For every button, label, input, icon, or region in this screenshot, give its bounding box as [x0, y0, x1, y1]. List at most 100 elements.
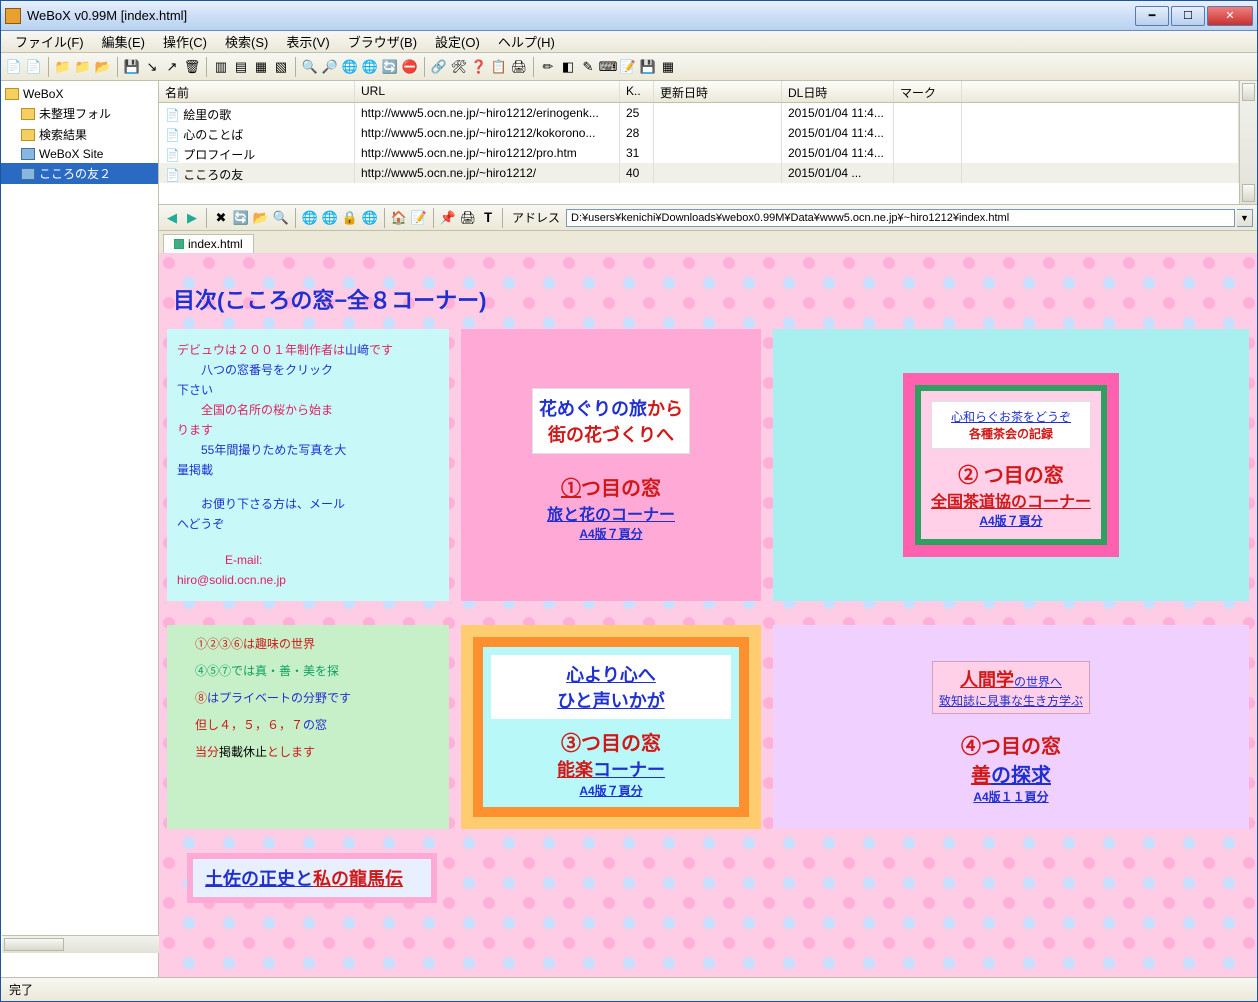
tb-tools-icon[interactable]: 🛠	[450, 58, 468, 76]
grid-scrollbar[interactable]	[1239, 81, 1257, 204]
tea-link[interactable]: 心和らぐお茶をどうぞ	[951, 410, 1071, 424]
menu-browser[interactable]: ブラウザ(B)	[340, 30, 425, 53]
menubar: ファイル(F) 編集(E) 操作(C) 検索(S) 表示(V) ブラウザ(B) …	[1, 31, 1257, 53]
tb-stop-icon[interactable]: ⛔	[401, 58, 419, 76]
tree-unsorted[interactable]: 未整理フォル	[1, 103, 158, 124]
status-text: 完了	[9, 981, 33, 998]
tb-eraser-icon[interactable]: ◧	[559, 58, 577, 76]
tb-layout2-icon[interactable]: ▤	[232, 58, 250, 76]
col-name[interactable]: 名前	[159, 81, 355, 102]
intro-panel: デビュウは２００１年制作者は山﨑です 八つの窓番号をクリック 下さい 全国の名所…	[167, 329, 449, 601]
nav-lock-icon[interactable]: 🔒	[341, 209, 359, 227]
grid-row[interactable]: 📄 こころの友http://www5.ocn.ne.jp/~hiro1212/4…	[159, 163, 1239, 183]
page-heading: 目次(こころの窓−全８コーナー)	[167, 275, 1249, 329]
folder-icon	[21, 148, 35, 160]
menu-action[interactable]: 操作(C)	[155, 30, 215, 53]
nav-reload-icon[interactable]: 🔄	[232, 209, 250, 227]
grid-row[interactable]: 📄 心のことばhttp://www5.ocn.ne.jp/~hiro1212/k…	[159, 123, 1239, 143]
address-dropdown-icon[interactable]: ▼	[1237, 209, 1253, 227]
main-toolbar: 📄 📄 📁 📁 📂 💾 ↘ ↗ 🗑 ▥ ▤ ▦ ▧ 🔍 🔎 🌐 🌐 🔄 ⛔ 🔗 …	[1, 53, 1257, 81]
nav-print-icon[interactable]: 🖨	[459, 209, 477, 227]
sidebar-scrollbar[interactable]	[2, 935, 159, 953]
tb-layout4-icon[interactable]: ▧	[272, 58, 290, 76]
browser-toolbar: ◀ ▶ ✖ 🔄 📂 🔍 🌐 🌐 🔒 🌐 🏠 📝 📌 🖨 𝐓	[159, 205, 1257, 231]
tb-find-icon[interactable]: 🔍	[301, 58, 319, 76]
tree-root-label: WeBoX	[23, 87, 63, 101]
tree-search-results[interactable]: 検索結果	[1, 124, 158, 145]
address-label: アドレス	[512, 209, 560, 226]
tb-mark-icon[interactable]: ✎	[579, 58, 597, 76]
menu-edit[interactable]: 編集(E)	[94, 30, 153, 53]
tb-props-icon[interactable]: 📋	[490, 58, 508, 76]
tb-zoom-icon[interactable]: 🔎	[321, 58, 339, 76]
tb-globe-icon[interactable]: 🌐	[341, 58, 359, 76]
maximize-button[interactable]: ☐	[1171, 6, 1205, 26]
grid-header: 名前 URL K.. 更新日時 DL日時 マーク	[159, 81, 1239, 103]
tb-print-icon[interactable]: 🖨	[510, 58, 528, 76]
tb-save-icon[interactable]: 💾	[123, 58, 141, 76]
folder-icon	[5, 88, 19, 100]
col-download[interactable]: DL日時	[782, 81, 894, 102]
tb-pencil-icon[interactable]: ✏	[539, 58, 557, 76]
statusbar: 完了	[1, 977, 1257, 1001]
browser-viewport[interactable]: 目次(こころの窓−全８コーナー) デビュウは２００１年制作者は山﨑です 八つの窓…	[159, 253, 1257, 977]
menu-file[interactable]: ファイル(F)	[7, 30, 92, 53]
menu-help[interactable]: ヘルプ(H)	[490, 30, 563, 53]
tb-import-icon[interactable]: ↘	[143, 58, 161, 76]
tree-kokoro[interactable]: こころの友２	[1, 163, 158, 184]
col-mark[interactable]: マーク	[894, 81, 962, 102]
tb-link-icon[interactable]: 🔗	[430, 58, 448, 76]
tb-globe2-icon[interactable]: 🌐	[361, 58, 379, 76]
window-4-panel: 人間学の世界へ 致知誌に見事な生き方学ぶ ④つ目の窓 善の探求 A4版１１頁分	[773, 625, 1249, 829]
nav-stop-icon[interactable]: ✖	[212, 209, 230, 227]
tb-help-icon[interactable]: ❓	[470, 58, 488, 76]
tb-folder-icon[interactable]: 📁	[54, 58, 72, 76]
menu-settings[interactable]: 設定(O)	[427, 30, 488, 53]
humanity-link[interactable]: 致知誌に見事な生き方学ぶ	[939, 694, 1083, 708]
tb-folder2-icon[interactable]: 📁	[74, 58, 92, 76]
tb-new2-icon[interactable]: 📄	[25, 58, 43, 76]
address-input[interactable]	[566, 209, 1235, 227]
tb-disk-icon[interactable]: 💾	[639, 58, 657, 76]
nav-home-fld-icon[interactable]: 📂	[252, 209, 270, 227]
col-k[interactable]: K..	[620, 81, 654, 102]
tree-root[interactable]: WeBoX	[1, 85, 158, 103]
tb-new-icon[interactable]: 📄	[5, 58, 23, 76]
tb-layout3-icon[interactable]: ▦	[252, 58, 270, 76]
menu-search[interactable]: 検索(S)	[217, 30, 276, 53]
tree-webox-site[interactable]: WeBoX Site	[1, 145, 158, 163]
titlebar: WeBoX v0.99M [index.html] ━ ☐ ✕	[1, 1, 1257, 31]
nav-home-icon[interactable]: 🏠	[390, 209, 408, 227]
nav-globe-icon[interactable]: 🌐	[301, 209, 319, 227]
close-button[interactable]: ✕	[1207, 6, 1253, 26]
tb-calendar-icon[interactable]: ▦	[659, 58, 677, 76]
grid-row[interactable]: 📄 プロフイールhttp://www5.ocn.ne.jp/~hiro1212/…	[159, 143, 1239, 163]
nav-fwd-icon[interactable]: ▶	[183, 209, 201, 227]
menu-view[interactable]: 表示(V)	[278, 30, 337, 53]
folder-icon	[21, 129, 35, 141]
tb-sync-icon[interactable]: 🔄	[381, 58, 399, 76]
nav-note-icon[interactable]: 📝	[410, 209, 428, 227]
tb-export-icon[interactable]: ↗	[163, 58, 181, 76]
tab-strip: index.html	[159, 231, 1257, 253]
nav-globe3-icon[interactable]: 🌐	[361, 209, 379, 227]
nav-text-icon[interactable]: 𝐓	[479, 209, 497, 227]
minimize-button[interactable]: ━	[1135, 6, 1169, 26]
tb-folder3-icon[interactable]: 📂	[94, 58, 112, 76]
tb-kbd-icon[interactable]: ⌨	[599, 58, 617, 76]
grid-row[interactable]: 📄 絵里の歌http://www5.ocn.ne.jp/~hiro1212/er…	[159, 103, 1239, 123]
nav-find-icon[interactable]: 🔍	[272, 209, 290, 227]
tb-layout1-icon[interactable]: ▥	[212, 58, 230, 76]
tb-note-icon[interactable]: 📝	[619, 58, 637, 76]
tb-trash-icon[interactable]: 🗑	[183, 58, 201, 76]
nav-back-icon[interactable]: ◀	[163, 209, 181, 227]
tab-index[interactable]: index.html	[163, 234, 254, 253]
items-grid: 名前 URL K.. 更新日時 DL日時 マーク 📄 絵里の歌http://ww…	[159, 81, 1257, 205]
nav-pin-icon[interactable]: 📌	[439, 209, 457, 227]
nav-globe2-icon[interactable]: 🌐	[321, 209, 339, 227]
folder-icon	[21, 108, 35, 120]
col-url[interactable]: URL	[355, 81, 620, 102]
window-title: WeBoX v0.99M [index.html]	[27, 8, 1135, 23]
col-updated[interactable]: 更新日時	[654, 81, 782, 102]
folder-icon	[21, 168, 35, 180]
